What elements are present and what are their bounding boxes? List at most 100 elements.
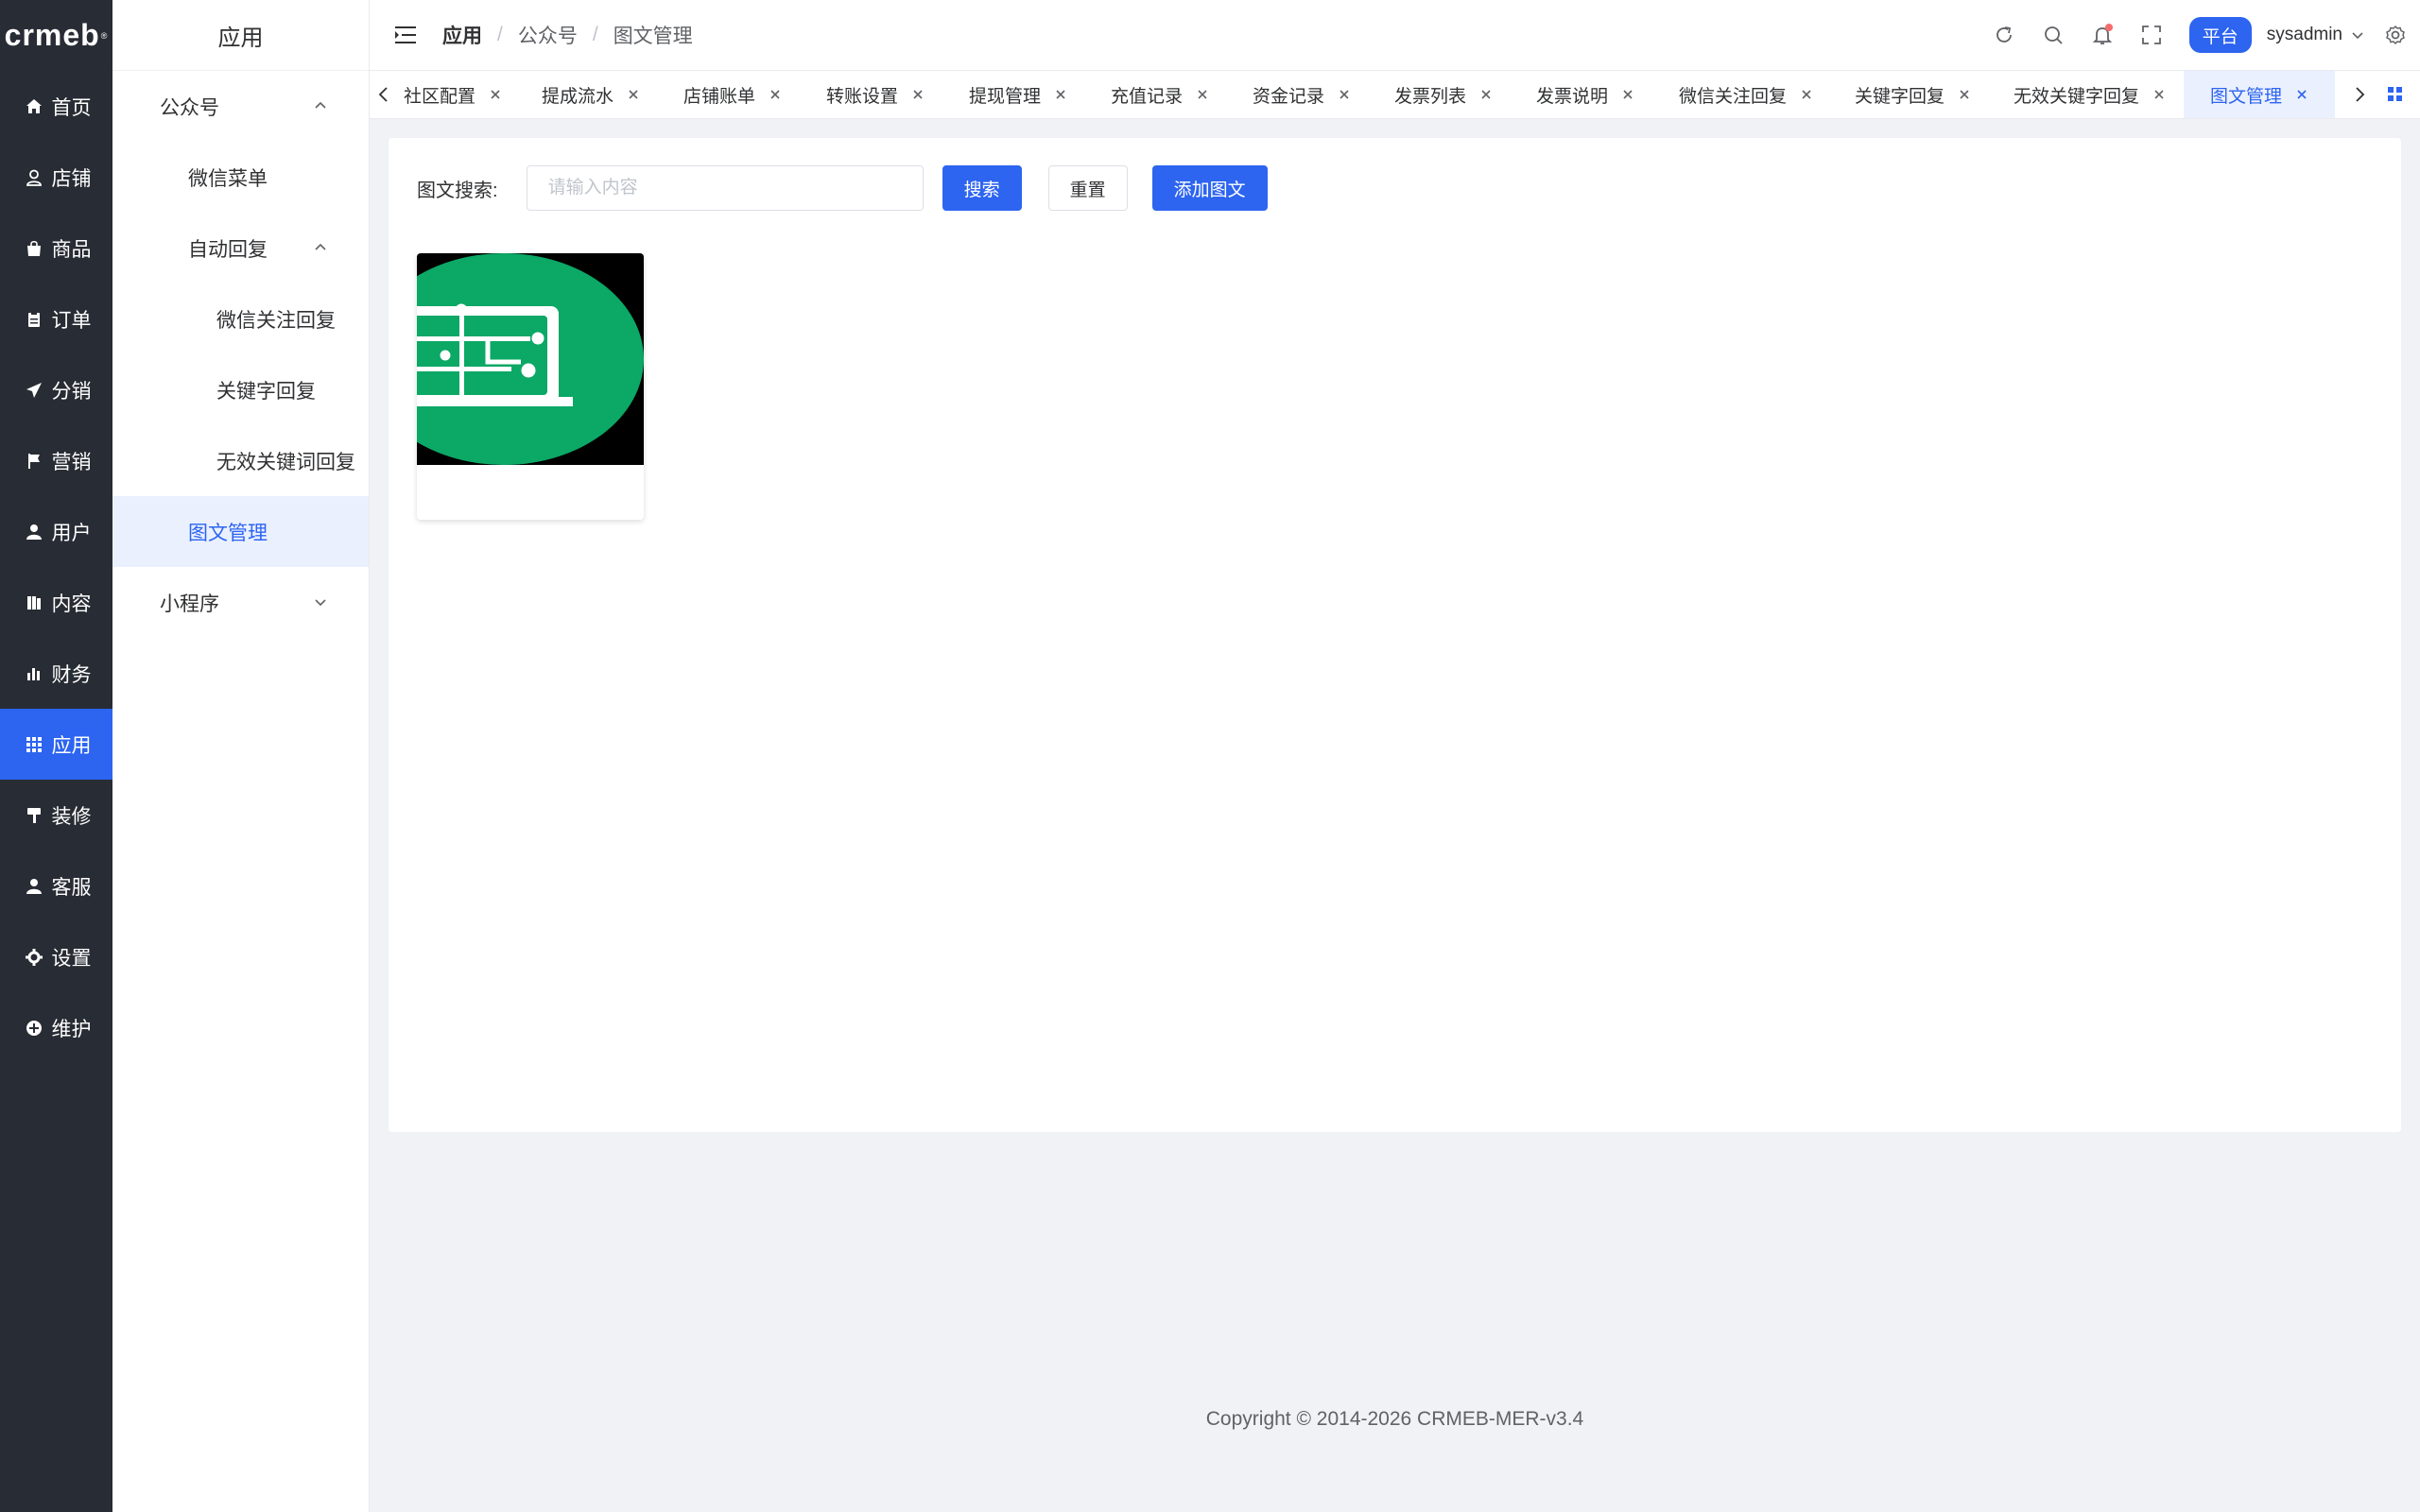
search-button[interactable]: 搜索 bbox=[942, 165, 1022, 211]
nav-item-user[interactable]: 用户 bbox=[0, 496, 112, 567]
nav-item-home[interactable]: 首页 bbox=[0, 71, 112, 142]
close-icon[interactable] bbox=[1054, 88, 1067, 101]
tab-invoice-notes[interactable]: 发票说明 bbox=[1525, 71, 1646, 118]
close-icon[interactable] bbox=[1958, 88, 1971, 101]
nav-label: 应用 bbox=[51, 734, 92, 757]
chevron-down-icon[interactable] bbox=[2350, 27, 2365, 43]
menu-item-official-account[interactable]: 公众号 bbox=[112, 71, 369, 142]
nav-label: 分销 bbox=[51, 380, 92, 403]
logo-text: crmeb bbox=[4, 18, 100, 52]
content-card: 图文搜索: 搜索 重置 添加图文 bbox=[389, 138, 2401, 1132]
close-icon[interactable] bbox=[2152, 88, 2166, 101]
nav-label: 营销 bbox=[51, 451, 92, 473]
close-icon[interactable] bbox=[1621, 88, 1634, 101]
tab-transfer-settings[interactable]: 转账设置 bbox=[815, 71, 936, 118]
tab-withdraw-manage[interactable]: 提现管理 bbox=[958, 71, 1079, 118]
menu-item-keyword-reply[interactable]: 关键字回复 bbox=[112, 354, 369, 425]
tab-article-manage[interactable]: 图文管理 bbox=[2184, 71, 2336, 118]
tab-label: 社区配置 bbox=[404, 86, 476, 107]
search-form: 图文搜索: 搜索 重置 添加图文 bbox=[417, 165, 1268, 211]
close-icon[interactable] bbox=[1479, 88, 1493, 101]
nav-label: 用户 bbox=[51, 522, 92, 544]
service-icon bbox=[22, 878, 46, 895]
tab-recharge-records[interactable]: 充值记录 bbox=[1099, 71, 1220, 118]
top-header: 应用 / 公众号 / 图文管理 平台 sysadmin bbox=[370, 0, 2420, 70]
platform-badge[interactable]: 平台 bbox=[2188, 17, 2252, 53]
flag-icon bbox=[22, 453, 46, 470]
menu-item-wechat-menu[interactable]: 微信菜单 bbox=[112, 142, 369, 213]
nav-item-goods[interactable]: 商品 bbox=[0, 213, 112, 284]
store-icon bbox=[22, 169, 46, 186]
menu-label: 关键字回复 bbox=[216, 380, 316, 403]
chevron-up-icon bbox=[315, 243, 326, 250]
nav-item-apps[interactable]: 应用 bbox=[0, 709, 112, 780]
breadcrumb-item: 图文管理 bbox=[613, 26, 693, 47]
tab-label: 关键字回复 bbox=[1855, 86, 1945, 107]
menu-label: 自动回复 bbox=[188, 238, 268, 261]
tab-label: 提成流水 bbox=[542, 86, 614, 107]
nav-item-order[interactable]: 订单 bbox=[0, 284, 112, 354]
close-icon[interactable] bbox=[627, 88, 640, 101]
tab-commission-flow[interactable]: 提成流水 bbox=[530, 71, 651, 118]
breadcrumb-item: 应用 bbox=[442, 26, 482, 47]
article-card[interactable] bbox=[417, 253, 644, 520]
menu-item-article-manage[interactable]: 图文管理 bbox=[112, 496, 369, 567]
menu-item-mini-program[interactable]: 小程序 bbox=[112, 567, 369, 638]
brand-logo[interactable]: crmeb ® bbox=[0, 0, 112, 71]
menu-label: 公众号 bbox=[160, 96, 219, 119]
menu-item-auto-reply[interactable]: 自动回复 bbox=[112, 213, 369, 284]
notification-bell[interactable] bbox=[2091, 24, 2114, 46]
breadcrumb: 应用 / 公众号 / 图文管理 bbox=[442, 21, 693, 49]
search-icon[interactable] bbox=[2042, 24, 2065, 46]
menu-label: 微信菜单 bbox=[188, 167, 268, 190]
close-icon[interactable] bbox=[911, 88, 925, 101]
secondary-sidebar: 应用 公众号 微信菜单 自动回复 微信关注回复 关键字回复 无效关键词回复 图文… bbox=[112, 0, 370, 1512]
nav-label: 内容 bbox=[51, 593, 92, 615]
breadcrumb-separator: / bbox=[592, 24, 598, 45]
tab-follow-reply[interactable]: 微信关注回复 bbox=[1668, 71, 1824, 118]
nav-item-decorate[interactable]: 装修 bbox=[0, 780, 112, 850]
tab-label: 充值记录 bbox=[1111, 86, 1184, 107]
grid-icon[interactable] bbox=[2386, 85, 2405, 104]
nav-item-marketing[interactable]: 营销 bbox=[0, 425, 112, 496]
nav-item-finance[interactable]: 财务 bbox=[0, 638, 112, 709]
nav-item-store[interactable]: 店铺 bbox=[0, 142, 112, 213]
tab-invalid-keyword-reply[interactable]: 无效关键字回复 bbox=[2002, 71, 2177, 118]
search-input[interactable] bbox=[526, 165, 924, 211]
username[interactable]: sysadmin bbox=[2267, 25, 2342, 45]
chevron-right-icon[interactable] bbox=[2349, 84, 2370, 105]
close-icon[interactable] bbox=[489, 88, 502, 101]
maintenance-icon bbox=[22, 1020, 46, 1037]
menu-item-invalid-keyword-reply[interactable]: 无效关键词回复 bbox=[112, 425, 369, 496]
tab-fund-records[interactable]: 资金记录 bbox=[1241, 71, 1362, 118]
close-icon[interactable] bbox=[2295, 88, 2308, 101]
nav-item-distribution[interactable]: 分销 bbox=[0, 354, 112, 425]
tab-community-config[interactable]: 社区配置 bbox=[392, 71, 513, 118]
menu-fold-icon[interactable] bbox=[393, 25, 418, 45]
close-icon[interactable] bbox=[769, 88, 782, 101]
close-icon[interactable] bbox=[1196, 88, 1209, 101]
tab-invoice-list[interactable]: 发票列表 bbox=[1383, 71, 1504, 118]
nav-label: 商品 bbox=[51, 238, 92, 261]
nav-item-content[interactable]: 内容 bbox=[0, 567, 112, 638]
menu-item-follow-reply[interactable]: 微信关注回复 bbox=[112, 284, 369, 354]
nav-item-service[interactable]: 客服 bbox=[0, 850, 112, 921]
close-icon[interactable] bbox=[1800, 88, 1813, 101]
search-label: 图文搜索: bbox=[417, 180, 498, 201]
nav-label: 订单 bbox=[51, 309, 92, 332]
nav-item-maintenance[interactable]: 维护 bbox=[0, 992, 112, 1063]
nav-label: 维护 bbox=[51, 1018, 92, 1040]
reset-button[interactable]: 重置 bbox=[1047, 165, 1128, 211]
distribution-icon bbox=[22, 382, 46, 399]
settings-icon[interactable] bbox=[2384, 24, 2407, 46]
tab-store-bill[interactable]: 店铺账单 bbox=[672, 71, 793, 118]
fullscreen-icon[interactable] bbox=[2140, 24, 2163, 46]
nav-item-settings[interactable]: 设置 bbox=[0, 921, 112, 992]
close-icon[interactable] bbox=[1338, 88, 1351, 101]
chevron-left-icon[interactable] bbox=[373, 84, 394, 105]
tab-label: 转账设置 bbox=[826, 86, 899, 107]
add-article-button[interactable]: 添加图文 bbox=[1151, 165, 1268, 211]
tab-keyword-reply[interactable]: 关键字回复 bbox=[1843, 71, 1982, 118]
tab-label: 发票说明 bbox=[1536, 86, 1609, 107]
refresh-icon[interactable] bbox=[1993, 24, 2015, 46]
